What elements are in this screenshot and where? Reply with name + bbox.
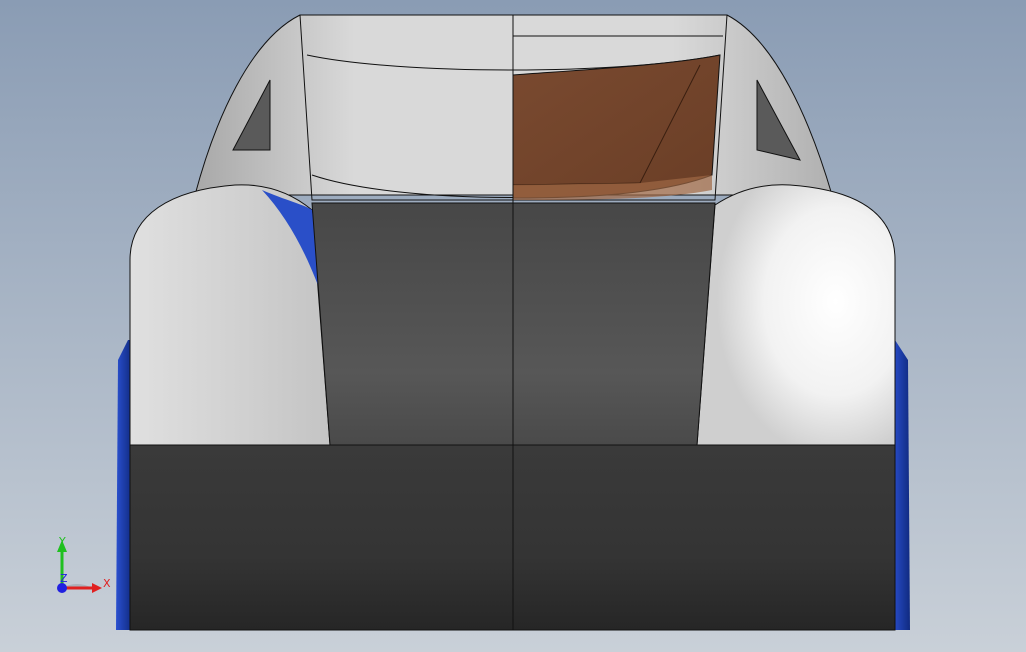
right-fender[interactable] bbox=[696, 184, 896, 446]
x-axis-label: X bbox=[103, 577, 111, 590]
windshield-glass-right[interactable] bbox=[512, 54, 721, 199]
y-axis-label: Y bbox=[58, 535, 66, 548]
graphics-viewport[interactable]: Y X Z bbox=[0, 0, 1026, 652]
model-view[interactable]: Y X Z bbox=[0, 0, 1026, 652]
z-axis-label: Z bbox=[60, 572, 68, 585]
